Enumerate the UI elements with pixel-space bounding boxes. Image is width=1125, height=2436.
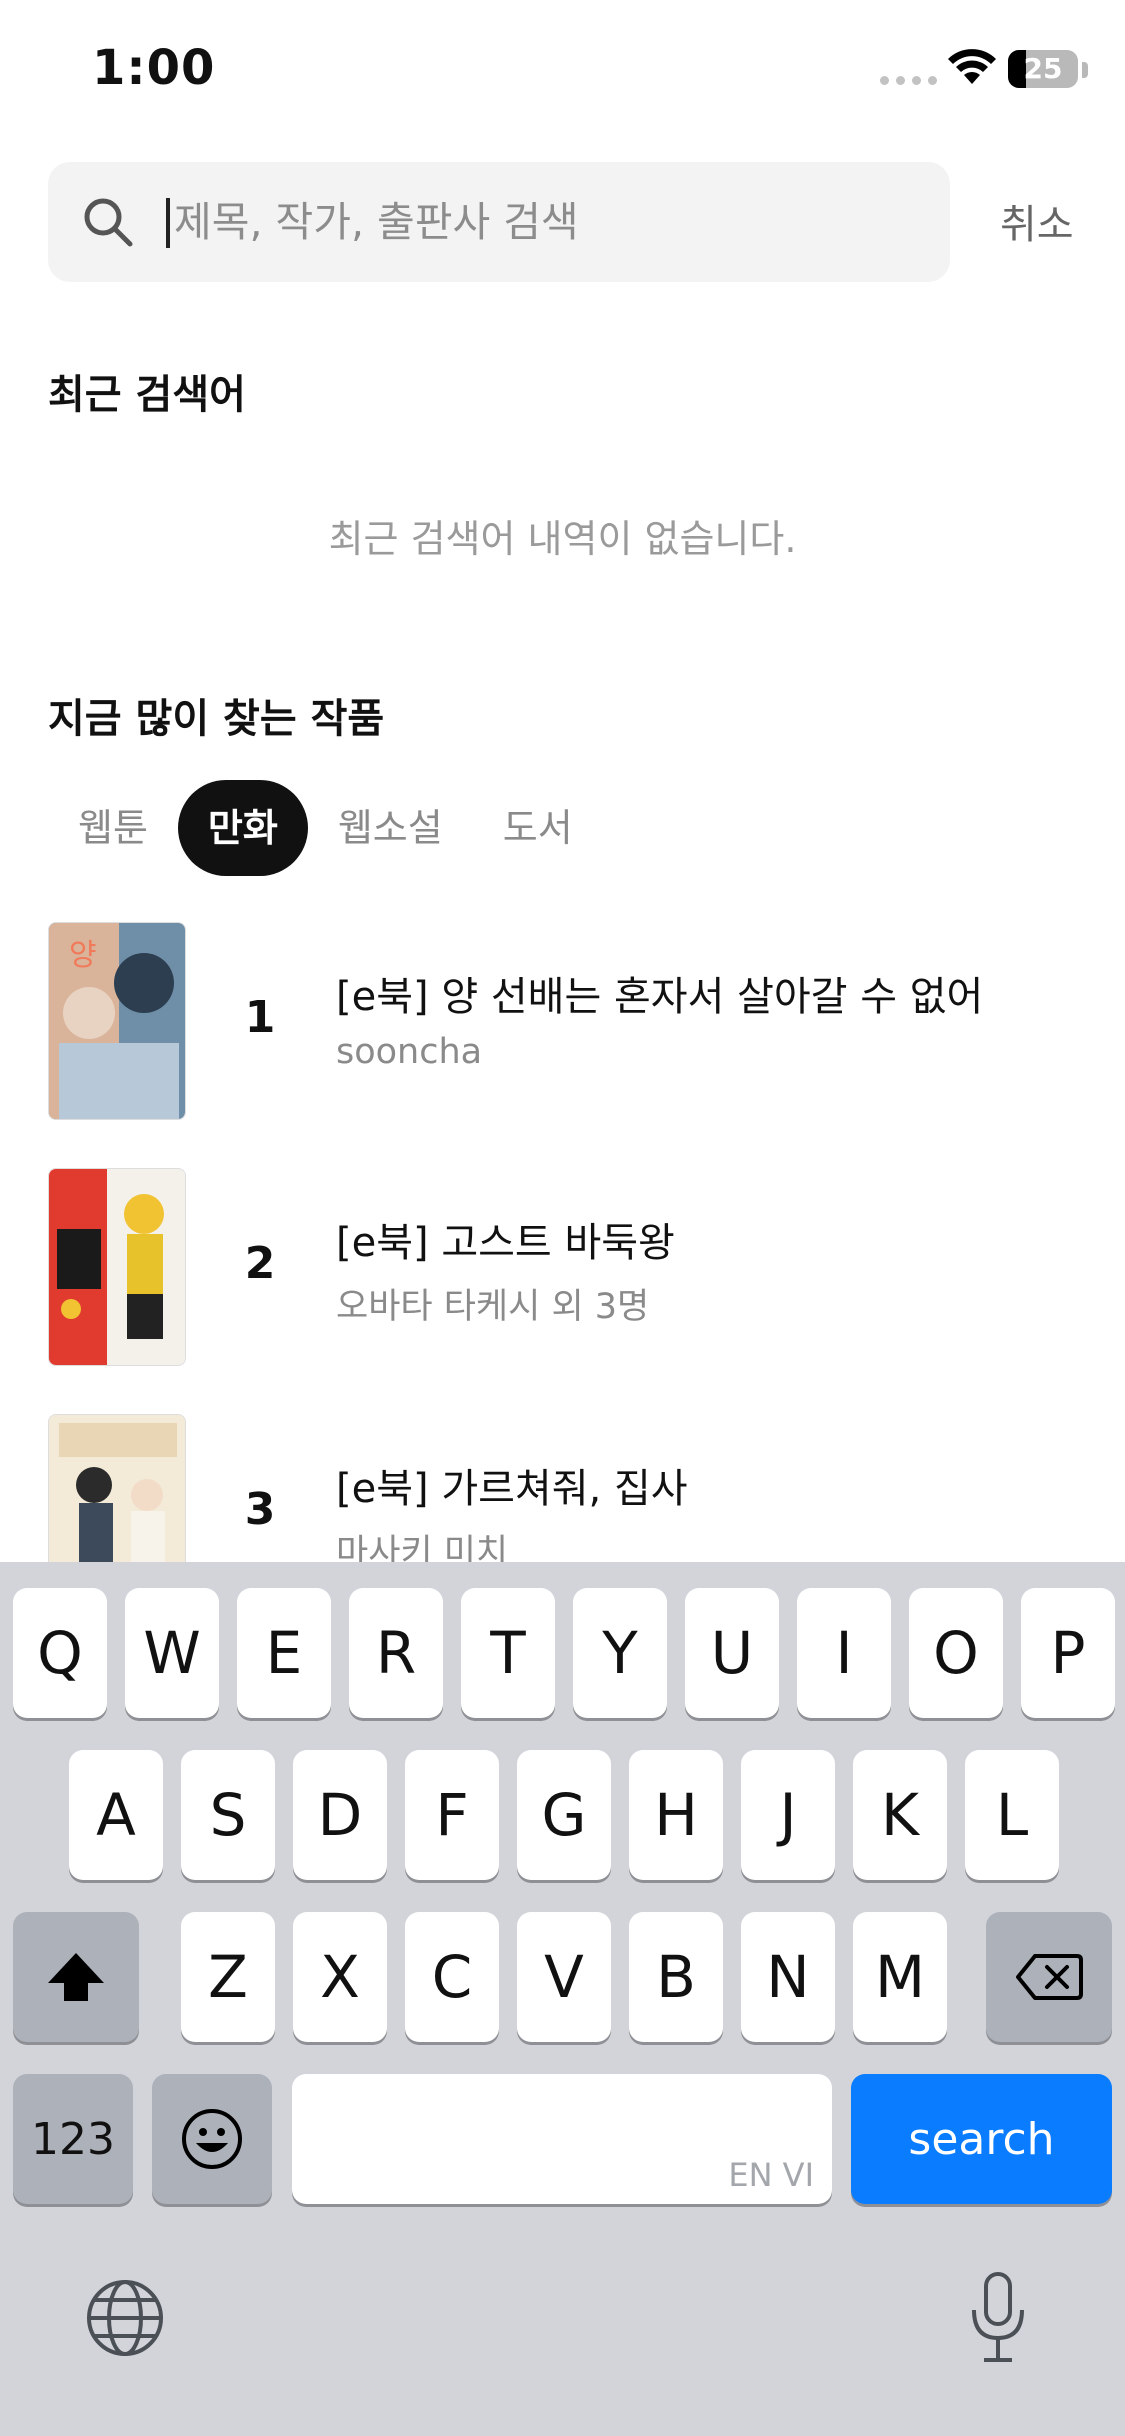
ranking-item[interactable]: 2 [e북] 고스트 바둑왕 오바타 타케시 외 3명 <box>0 1168 1125 1368</box>
shift-key[interactable] <box>13 1912 139 2042</box>
item-title: [e북] 가르쳐줘, 집사 <box>336 1466 688 1512</box>
item-author: 오바타 타케시 외 3명 <box>336 1287 650 1327</box>
delete-key[interactable] <box>986 1912 1112 2042</box>
globe-icon[interactable] <box>85 2278 165 2358</box>
key-f[interactable]: F <box>405 1750 499 1880</box>
key-g[interactable]: G <box>517 1750 611 1880</box>
key-r[interactable]: R <box>349 1588 443 1718</box>
shift-icon <box>48 1953 104 2001</box>
search-input[interactable] <box>174 186 914 258</box>
key-c[interactable]: C <box>405 1912 499 2042</box>
keyboard-language-hint: EN VI <box>728 2156 814 2194</box>
backspace-icon <box>1016 1954 1083 2000</box>
key-m[interactable]: M <box>853 1912 947 2042</box>
status-time: 1:00 <box>92 40 216 96</box>
status-bar: 1:00 25 <box>0 0 1125 140</box>
emoji-icon <box>182 2109 242 2169</box>
item-title: [e북] 양 선배는 혼자서 살아갈 수 없어 <box>336 974 984 1020</box>
key-d[interactable]: D <box>293 1750 387 1880</box>
key-h[interactable]: H <box>629 1750 723 1880</box>
rank-number: 1 <box>244 992 276 1043</box>
item-author: sooncha <box>336 1032 483 1072</box>
key-o[interactable]: O <box>909 1588 1003 1718</box>
key-e[interactable]: E <box>237 1588 331 1718</box>
key-j[interactable]: J <box>741 1750 835 1880</box>
key-q[interactable]: Q <box>13 1588 107 1718</box>
space-key[interactable]: EN VI <box>292 2074 832 2204</box>
ranking-item[interactable]: 양 1 [e북] 양 선배는 혼자서 살아갈 수 없어 sooncha <box>0 922 1125 1122</box>
key-b[interactable]: B <box>629 1912 723 2042</box>
cover-image <box>48 1168 186 1366</box>
cellular-signal-icon <box>880 76 937 85</box>
search-key[interactable]: search <box>851 2074 1112 2204</box>
battery-level: 25 <box>1023 52 1063 85</box>
key-t[interactable]: T <box>461 1588 555 1718</box>
search-bar[interactable] <box>48 162 950 282</box>
category-tabs: 웹툰 만화 웹소설 도서 <box>48 780 603 876</box>
key-w[interactable]: W <box>125 1588 219 1718</box>
svg-text:양: 양 <box>69 938 97 973</box>
key-s[interactable]: S <box>181 1750 275 1880</box>
microphone-icon[interactable] <box>966 2270 1030 2366</box>
battery-icon: 25 <box>1008 50 1078 88</box>
key-u[interactable]: U <box>685 1588 779 1718</box>
cover-image: 양 <box>48 922 186 1120</box>
search-icon <box>84 198 133 247</box>
numbers-key[interactable]: 123 <box>13 2074 133 2204</box>
recent-searches-title: 최근 검색어 <box>48 372 246 418</box>
text-cursor <box>166 198 170 248</box>
keyboard: Q W E R T Y U I O P A S D F G H J K L Z … <box>0 1562 1125 2436</box>
key-i[interactable]: I <box>797 1588 891 1718</box>
tab-books[interactable]: 도서 <box>473 780 603 876</box>
battery-cap <box>1082 62 1088 78</box>
key-x[interactable]: X <box>293 1912 387 2042</box>
key-n[interactable]: N <box>741 1912 835 2042</box>
recent-searches-empty-message: 최근 검색어 내역이 없습니다. <box>328 517 797 561</box>
key-v[interactable]: V <box>517 1912 611 2042</box>
key-a[interactable]: A <box>69 1750 163 1880</box>
cancel-button[interactable]: 취소 <box>1000 192 1074 250</box>
key-p[interactable]: P <box>1021 1588 1115 1718</box>
key-z[interactable]: Z <box>181 1912 275 2042</box>
key-y[interactable]: Y <box>573 1588 667 1718</box>
key-l[interactable]: L <box>965 1750 1059 1880</box>
key-k[interactable]: K <box>853 1750 947 1880</box>
rank-number: 3 <box>244 1484 276 1535</box>
popular-title: 지금 많이 찾는 작품 <box>48 696 385 742</box>
tab-webnovel[interactable]: 웹소설 <box>308 780 473 876</box>
emoji-key[interactable] <box>152 2074 272 2204</box>
wifi-icon <box>948 49 996 84</box>
tab-comics[interactable]: 만화 <box>177 780 308 876</box>
rank-number: 2 <box>244 1238 276 1289</box>
item-title: [e북] 고스트 바둑왕 <box>336 1220 675 1266</box>
tab-webtoon[interactable]: 웹툰 <box>48 780 178 876</box>
